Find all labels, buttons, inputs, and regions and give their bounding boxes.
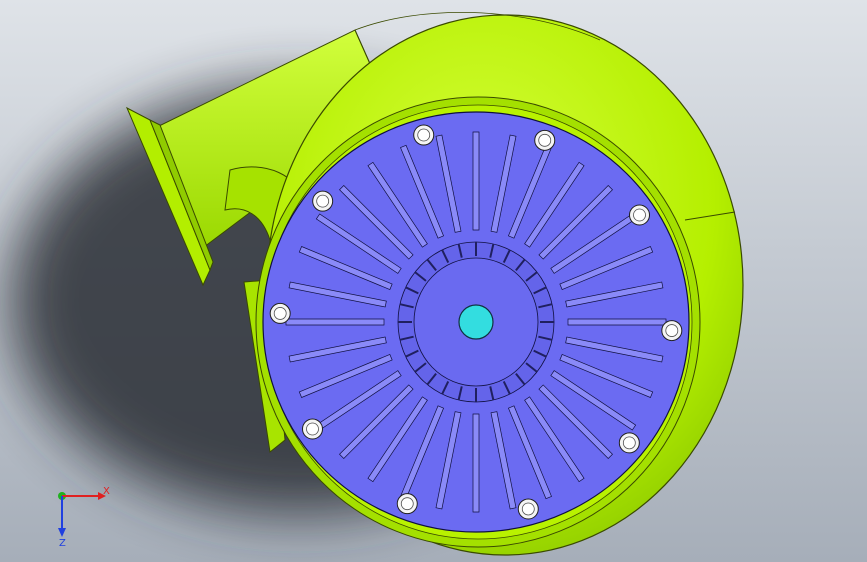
cover-bolt[interactable] — [396, 493, 418, 515]
bolt-washer — [521, 502, 535, 516]
cover-bolt[interactable] — [628, 204, 650, 226]
cooling-fin — [472, 413, 480, 513]
bolt-washer — [665, 324, 679, 337]
z-axis-label: Z — [59, 538, 66, 549]
bolt-washer — [417, 128, 431, 142]
shaft-end[interactable] — [458, 304, 494, 340]
cooling-fin — [567, 318, 667, 326]
cover-bolt[interactable] — [312, 190, 334, 212]
bolt-washer — [622, 436, 636, 450]
graphics-viewport[interactable]: X Z — [0, 0, 867, 562]
cover-bolt[interactable] — [618, 432, 640, 454]
bolt-washer — [400, 497, 414, 511]
cooling-fin — [285, 318, 385, 326]
bolt-washer — [538, 133, 552, 147]
cover-bolt[interactable] — [413, 124, 435, 146]
cover-bolt[interactable] — [534, 129, 556, 151]
bolt-washer — [306, 422, 319, 436]
cover-bolt[interactable] — [517, 498, 539, 520]
cover-bolt[interactable] — [269, 302, 291, 324]
cover-bolt[interactable] — [661, 320, 683, 342]
bolt-washer — [633, 208, 646, 222]
bolt-washer — [316, 194, 330, 208]
cover-bolt[interactable] — [302, 418, 324, 440]
bolt-washer — [273, 307, 287, 320]
pump-model-view[interactable] — [0, 0, 867, 562]
z-axis-arrow-icon — [58, 528, 66, 537]
cooling-fin — [472, 131, 480, 231]
x-axis-label: X — [103, 486, 110, 497]
orientation-triad[interactable]: X Z — [40, 480, 120, 550]
